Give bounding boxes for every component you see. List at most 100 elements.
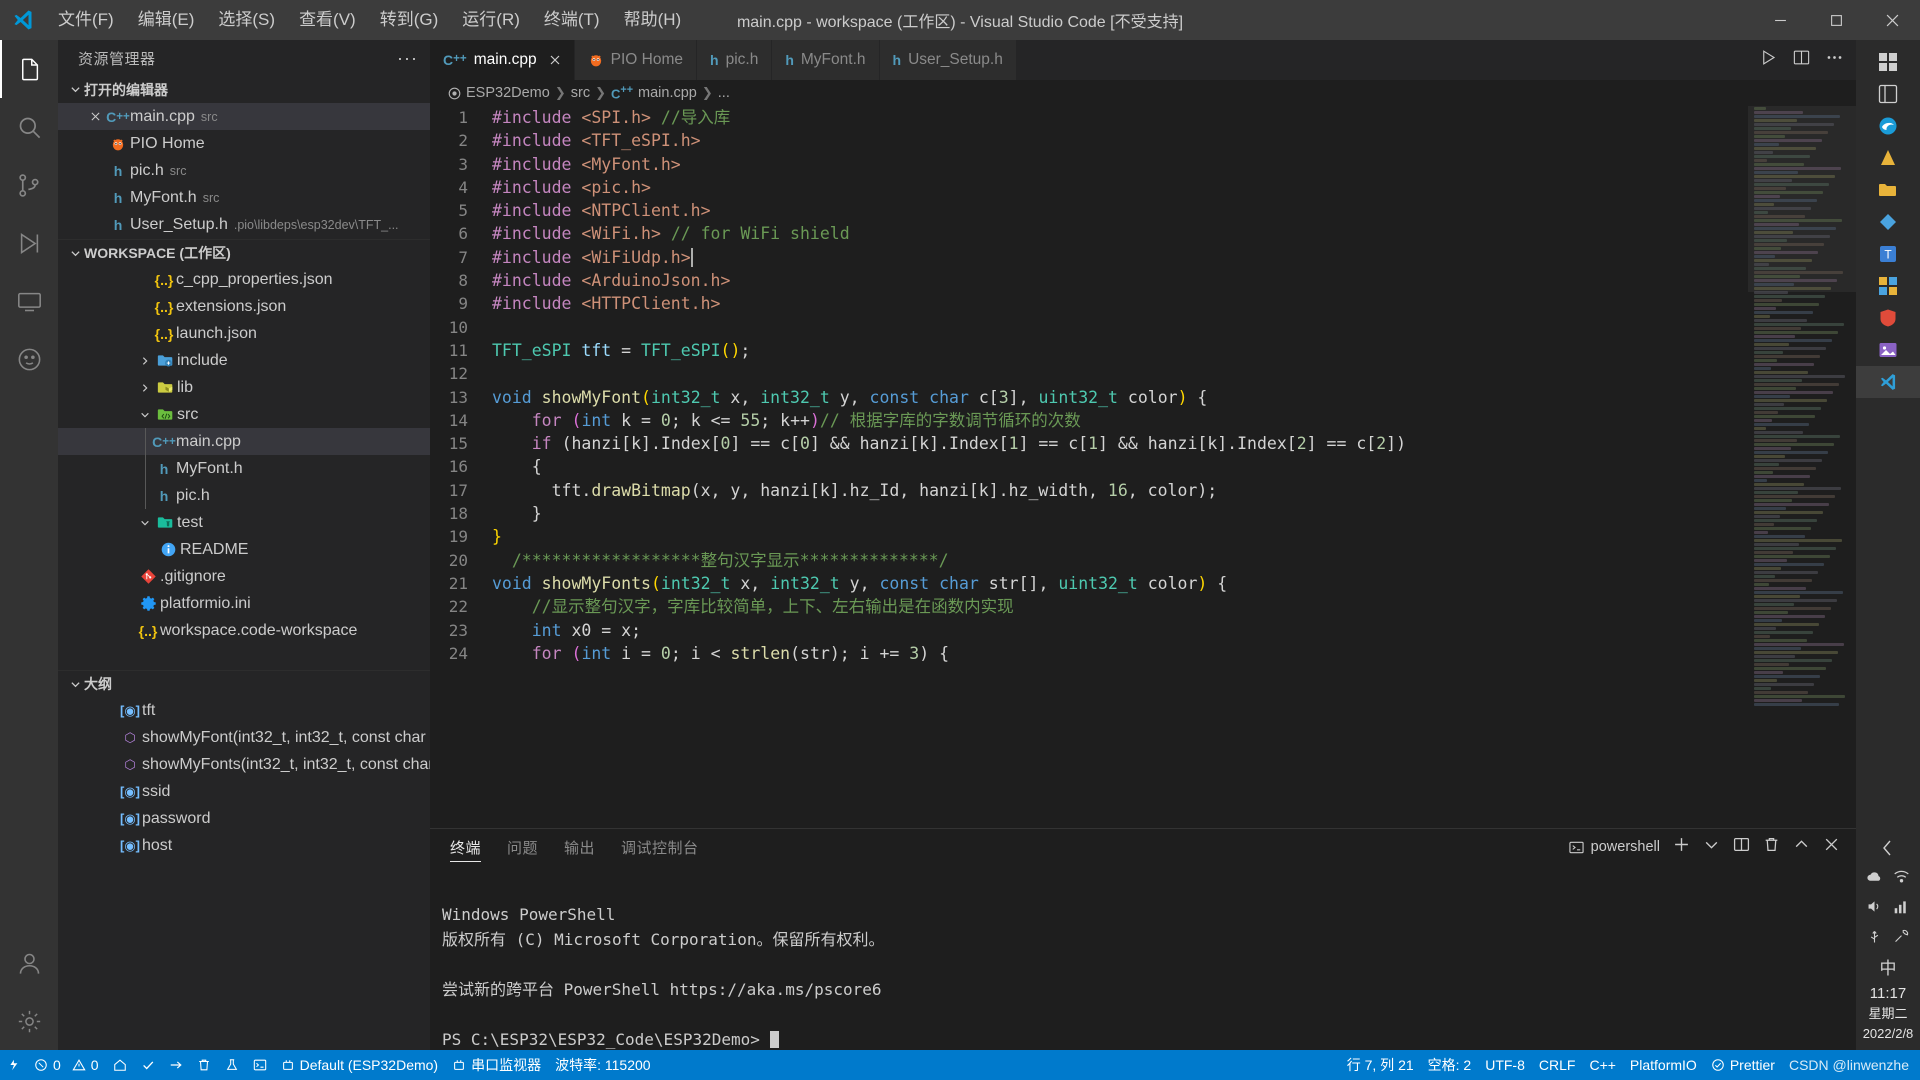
eol-status[interactable]: CRLF (1532, 1050, 1583, 1080)
code-text[interactable]: tft.drawBitmap(x, y, hanzi[k].hz_Id, han… (492, 479, 1217, 502)
problems-status[interactable]: 0 0 (27, 1050, 106, 1080)
code-text[interactable]: } (492, 502, 542, 525)
outline-item[interactable]: ⬡ showMyFont(int32_t, int32_t, const cha… (58, 724, 430, 751)
split-icon[interactable] (1792, 48, 1811, 72)
cone-icon[interactable] (1856, 142, 1920, 174)
tree-row[interactable]: test (58, 509, 430, 536)
wifi-icon[interactable] (1893, 868, 1910, 890)
tree-row[interactable]: {..} extensions.json (58, 293, 430, 320)
folder-icon[interactable] (1856, 174, 1920, 206)
split-icon[interactable] (1733, 836, 1750, 858)
panel-tab-terminal[interactable]: 终端 (450, 829, 481, 865)
tab-pio-home[interactable]: PIO Home (575, 40, 697, 80)
chevron-down-icon[interactable] (1703, 836, 1720, 858)
section-open-editors[interactable]: 打开的编辑器 (58, 76, 430, 103)
close-button[interactable] (1864, 0, 1920, 40)
tab-user-setup-h[interactable]: h User_Setup.h (880, 40, 1017, 80)
code-text[interactable]: #include <WiFiUdp.h> (492, 246, 693, 269)
code-text[interactable]: void showMyFont(int32_t x, int32_t y, co… (492, 386, 1207, 409)
list-item[interactable]: h MyFont.h src (58, 184, 430, 211)
code-text[interactable]: #include <TFT_eSPI.h> (492, 129, 701, 152)
list-item[interactable]: h pic.h src (58, 157, 430, 184)
tree-row[interactable]: README (58, 536, 430, 563)
tree-row[interactable]: lib (58, 374, 430, 401)
code-text[interactable]: int x0 = x; (492, 619, 641, 642)
code-text[interactable]: { (492, 455, 542, 478)
grid-icon[interactable] (1856, 270, 1920, 302)
code-text[interactable]: #include <MyFont.h> (492, 153, 681, 176)
close-icon[interactable] (84, 111, 106, 122)
picture-icon[interactable] (1856, 334, 1920, 366)
diamond-icon[interactable] (1856, 206, 1920, 238)
shield-icon[interactable] (1856, 302, 1920, 334)
code-text[interactable]: /******************整句汉字显示**************/ (492, 549, 949, 572)
plus-icon[interactable] (1673, 836, 1690, 858)
settings-gear-icon[interactable] (0, 992, 58, 1050)
encoding-status[interactable]: UTF-8 (1478, 1050, 1532, 1080)
platformio-status[interactable]: PlatformIO (1623, 1050, 1704, 1080)
menu-file[interactable]: 文件(F) (46, 0, 126, 40)
list-item[interactable]: h User_Setup.h .pio\libdeps\esp32dev\TFT… (58, 211, 430, 238)
pio-terminal-button[interactable] (246, 1050, 274, 1080)
pio-upload-button[interactable] (162, 1050, 190, 1080)
cursor-position[interactable]: 行 7, 列 21 (1340, 1050, 1421, 1080)
remote-indicator[interactable] (0, 1050, 27, 1080)
edge-icon[interactable] (1856, 110, 1920, 142)
tree-row[interactable]: {..} workspace.code-workspace (58, 617, 430, 644)
code-text[interactable]: #include <SPI.h> //导入库 (492, 106, 730, 129)
serial-monitor-button[interactable]: 串口监视器 (445, 1050, 548, 1080)
tree-row[interactable]: include (58, 347, 430, 374)
ime-indicator[interactable]: 中 (1880, 954, 1897, 984)
outline-item[interactable]: [◉] password (58, 805, 430, 832)
panel-tab-output[interactable]: 输出 (564, 829, 595, 865)
sidebar-more-actions-button[interactable]: ··· (397, 48, 418, 69)
volume-icon[interactable] (1866, 898, 1883, 920)
tree-row[interactable]: C++ main.cpp (58, 428, 430, 455)
outline-item[interactable]: [◉] host (58, 832, 430, 859)
tree-row[interactable]: {..} launch.json (58, 320, 430, 347)
pio-clean-button[interactable] (190, 1050, 218, 1080)
chevron-up-icon[interactable] (1793, 836, 1810, 858)
code-text[interactable]: } (492, 525, 502, 548)
list-item[interactable]: C++ main.cpp src (58, 103, 430, 130)
tab-main-cpp[interactable]: C++ main.cpp (430, 40, 575, 80)
windows-icon[interactable] (1856, 46, 1920, 78)
trash-icon[interactable] (1763, 836, 1780, 858)
prettier-status[interactable]: Prettier (1704, 1050, 1782, 1080)
indentation-status[interactable]: 空格: 2 (1421, 1050, 1479, 1080)
code-text[interactable]: TFT_eSPI tft = TFT_eSPI(); (492, 339, 750, 362)
menu-terminal[interactable]: 终端(T) (532, 0, 612, 40)
section-workspace[interactable]: WORKSPACE (工作区) (58, 239, 430, 266)
chevron-left-icon[interactable] (1856, 832, 1920, 864)
code-text[interactable]: #include <HTTPClient.h> (492, 292, 720, 315)
tree-row[interactable]: h pic.h (58, 482, 430, 509)
code-editor[interactable]: 1#include <SPI.h> //导入库2#include <TFT_eS… (430, 106, 1856, 828)
tree-row[interactable]: src (58, 401, 430, 428)
section-outline[interactable]: 大纲 (58, 670, 430, 697)
sidebar-item-run-debug[interactable] (0, 214, 58, 272)
text-icon[interactable]: T (1856, 238, 1920, 270)
code-text[interactable]: #include <pic.h> (492, 176, 651, 199)
sidebar-item-search[interactable] (0, 98, 58, 156)
code-text[interactable]: #include <NTPClient.h> (492, 199, 711, 222)
maximize-button[interactable] (1808, 0, 1864, 40)
tab-pic-h[interactable]: h pic.h (697, 40, 772, 80)
code-text[interactable]: //显示整句汉字，字库比较简单，上下、左右输出是在函数内实现 (492, 595, 1014, 618)
code-text[interactable]: void showMyFonts(int32_t x, int32_t y, c… (492, 572, 1227, 595)
panel-tab-problems[interactable]: 问题 (507, 829, 538, 865)
menu-go[interactable]: 转到(G) (368, 0, 451, 40)
sidebar-item-platformio[interactable] (0, 330, 58, 388)
minimize-button[interactable] (1752, 0, 1808, 40)
tools-icon[interactable] (1893, 928, 1910, 950)
code-text[interactable]: for (int i = 0; i < strlen(str); i += 3)… (492, 642, 949, 665)
panel-tab-debug-console[interactable]: 调试控制台 (621, 829, 699, 865)
pio-env-selector[interactable]: Default (ESP32Demo) (274, 1050, 446, 1080)
terminal-selector[interactable]: powershell (1569, 839, 1660, 855)
breadcrumb-symbol[interactable]: ... (718, 85, 730, 101)
system-clock[interactable]: 11:17 星期二 2022/2/8 (1863, 984, 1914, 1050)
pio-test-button[interactable] (218, 1050, 246, 1080)
menu-edit[interactable]: 编辑(E) (126, 0, 207, 40)
menu-selection[interactable]: 选择(S) (206, 0, 287, 40)
menu-help[interactable]: 帮助(H) (612, 0, 694, 40)
pio-home-button[interactable] (106, 1050, 134, 1080)
